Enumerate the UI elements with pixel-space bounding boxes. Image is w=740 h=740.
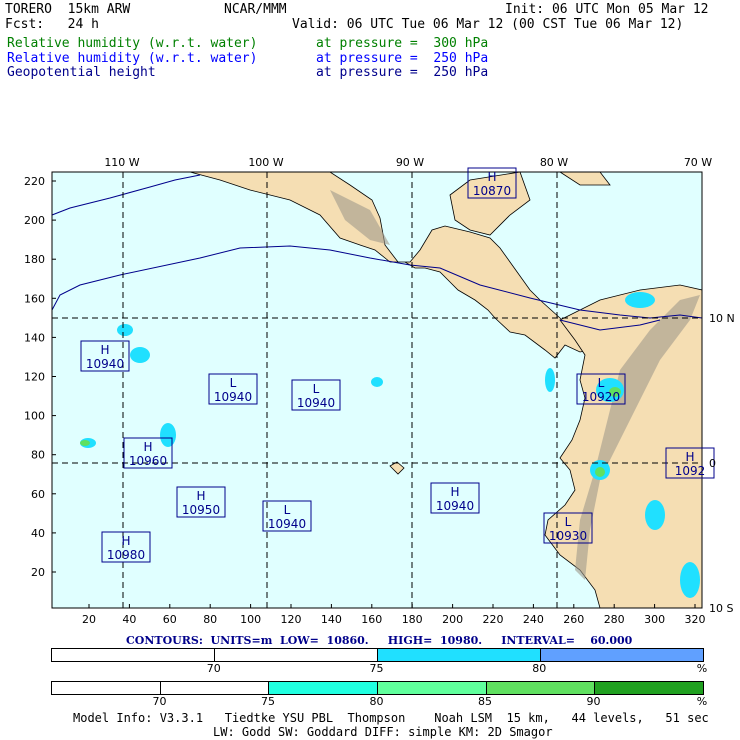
colorbar-segment <box>486 682 596 694</box>
weather-map-figure: TORERO 15km ARW NCAR/MMM Init: 06 UTC Mo… <box>0 0 740 740</box>
center-value: 10870 <box>473 184 511 198</box>
physics-info: LW: Godd SW: Goddard DIFF: simple KM: 2D… <box>213 725 553 739</box>
x-tick-label: 120 <box>281 613 302 625</box>
x-tick-label: 240 <box>523 613 544 625</box>
lon-label: 100 W <box>248 156 283 169</box>
colorbar-tick: % <box>696 695 708 708</box>
x-tick-label: 40 <box>122 613 136 625</box>
center-value: 10980 <box>107 548 145 562</box>
colorbar-tick: 80 <box>369 695 384 708</box>
colorbar-tick: 70 <box>206 662 221 675</box>
x-tick-label: 300 <box>644 613 665 625</box>
model-info: Model Info: V3.3.1 Tiedtke YSU PBL Thomp… <box>73 711 709 725</box>
contours-info: CONTOURS: UNITS=m LOW= 10860. HIGH= 1098… <box>126 634 633 647</box>
y-tick-label: 180 <box>24 253 45 266</box>
center-type: L <box>598 376 605 390</box>
colorbar-segment <box>160 682 270 694</box>
x-tick-label: 160 <box>361 613 382 625</box>
lon-label: 70 W <box>684 156 712 169</box>
x-tick-label: 140 <box>321 613 342 625</box>
center-value: 10940 <box>268 517 306 531</box>
x-tick-label: 20 <box>82 613 96 625</box>
colorbar-tick: % <box>696 662 708 675</box>
lat-label: 0 <box>709 457 716 470</box>
y-tick-label: 160 <box>24 292 45 305</box>
lat-label: 10 S <box>709 602 733 615</box>
center-type: H <box>143 440 152 454</box>
x-tick-label: 180 <box>402 613 423 625</box>
center-value: 10920 <box>582 390 620 404</box>
colorbar-segment <box>378 649 541 661</box>
colorbar-tick: 85 <box>478 695 492 708</box>
center-value: 10940 <box>214 390 252 404</box>
colorbar-segment <box>52 649 215 661</box>
y-tick-label: 120 <box>24 371 45 384</box>
map-plot: H10940L10940L10940H10960H10950 L10940H109… <box>24 156 735 625</box>
center-type: L <box>313 382 320 396</box>
center-value: 10940 <box>86 357 124 371</box>
y-tick-label: 200 <box>24 214 45 227</box>
y-tick-label: 40 <box>31 527 45 540</box>
colorbar-tick: 90 <box>586 695 601 708</box>
center-value: 10960 <box>129 454 167 468</box>
colorbar-segment <box>541 649 703 661</box>
center-value: 10930 <box>549 529 587 543</box>
center-type: H <box>685 450 694 464</box>
center-value: 1092 <box>675 464 706 478</box>
colorbar-segment <box>595 682 704 694</box>
colorbar-rh250 <box>51 648 704 662</box>
center-type: H <box>196 489 205 503</box>
colorbar-tick: 75 <box>369 662 384 675</box>
colorbar-tick: 80 <box>532 662 547 675</box>
y-tick-label: 20 <box>31 566 45 579</box>
colorbar-tick: 75 <box>261 695 275 708</box>
x-tick-label: 280 <box>604 613 625 625</box>
lon-label: 90 W <box>396 156 424 169</box>
center-type: H <box>487 170 496 184</box>
center-type: H <box>450 485 459 499</box>
colorbar-tick: 70 <box>152 695 167 708</box>
center-value: 10950 <box>182 503 220 517</box>
center-type: H <box>121 534 130 548</box>
x-tick-label: 200 <box>442 613 463 625</box>
lat-label: 10 N <box>709 312 735 325</box>
lon-label: 110 W <box>104 156 139 169</box>
x-tick-label: 220 <box>483 613 504 625</box>
center-type: L <box>565 515 572 529</box>
colorbar-segment <box>378 682 487 694</box>
colorbar-segment <box>269 682 379 694</box>
x-tick-label: 100 <box>240 613 261 625</box>
lon-label: 80 W <box>540 156 568 169</box>
y-tick-label: 140 <box>24 331 45 344</box>
y-tick-label: 100 <box>24 410 45 423</box>
x-tick-label: 260 <box>563 613 584 625</box>
x-tick-label: 320 <box>685 613 706 625</box>
y-tick-label: 80 <box>31 449 45 462</box>
center-type: H <box>100 343 109 357</box>
center-value: 10940 <box>436 499 474 513</box>
y-tick-label: 60 <box>31 488 45 501</box>
colorbar-rh300 <box>51 681 704 695</box>
colorbar-segment <box>215 649 378 661</box>
x-tick-label: 80 <box>203 613 217 625</box>
x-tick-label: 60 <box>163 613 177 625</box>
y-tick-label: 220 <box>24 175 45 188</box>
center-type: L <box>284 503 291 517</box>
colorbar-segment <box>52 682 161 694</box>
center-type: L <box>230 376 237 390</box>
center-value: 10940 <box>297 396 335 410</box>
